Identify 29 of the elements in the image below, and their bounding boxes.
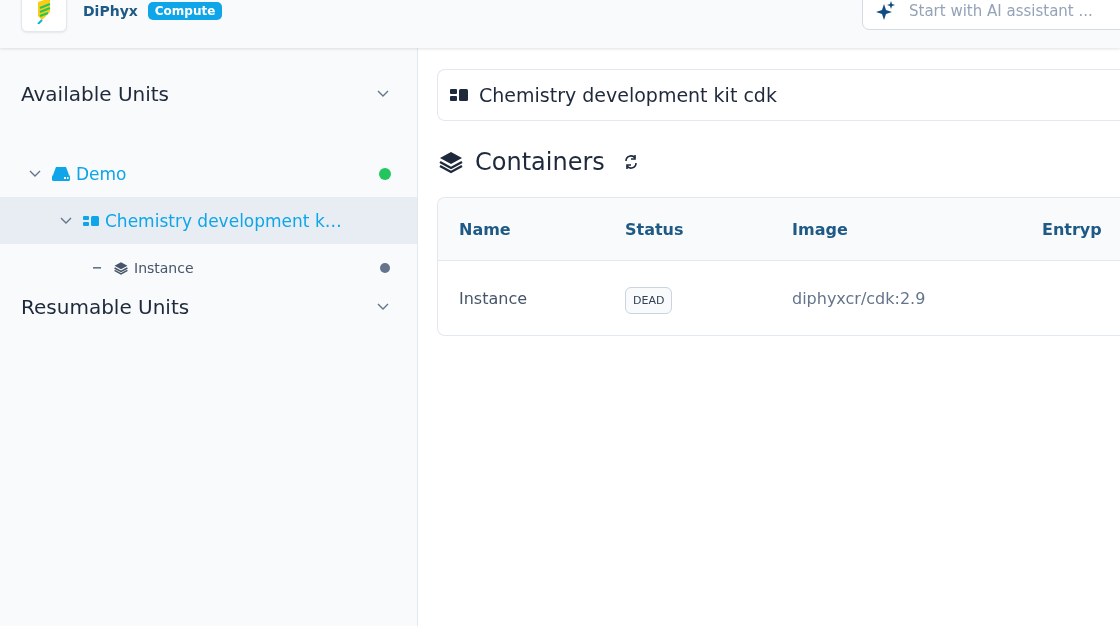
app-title: Chemistry development kit cdk xyxy=(479,84,777,106)
product-badge: Compute xyxy=(147,2,223,20)
dash-icon xyxy=(90,266,104,269)
layers-icon xyxy=(439,150,463,174)
ai-assistant-field[interactable]: Start with AI assistant ... xyxy=(862,0,1120,30)
tree-item[interactable]: Demo xyxy=(0,150,417,197)
section-heading: Available Units xyxy=(21,82,170,106)
column-header: Entryp xyxy=(1042,219,1102,239)
tree-item[interactable]: Instance xyxy=(0,244,417,291)
refresh-icon[interactable] xyxy=(622,154,639,170)
column-header: Name xyxy=(458,219,512,239)
collapse-chevron-icon[interactable] xyxy=(28,169,42,178)
chevron-icon[interactable] xyxy=(377,90,389,98)
status-badge: DEAD xyxy=(625,286,673,314)
brand-name: DiPhyx xyxy=(83,3,138,19)
app-icon xyxy=(83,214,99,227)
collapse-chevron-icon[interactable] xyxy=(59,216,73,225)
column-header: Image xyxy=(792,219,849,239)
layers-icon xyxy=(114,260,128,275)
table-cell-text: Instance xyxy=(458,288,529,308)
drive-icon xyxy=(52,166,70,181)
section-title: Containers xyxy=(475,148,605,176)
section-heading: Resumable Units xyxy=(21,295,190,319)
app-icon xyxy=(450,88,468,102)
column-header: Status xyxy=(625,219,685,239)
table-cell-text: diphyxcr/cdk:2.9 xyxy=(792,288,927,308)
tree-item[interactable]: Chemistry development k… xyxy=(0,197,417,244)
sparkle-icon xyxy=(876,1,896,21)
chevron-icon[interactable] xyxy=(377,303,389,311)
